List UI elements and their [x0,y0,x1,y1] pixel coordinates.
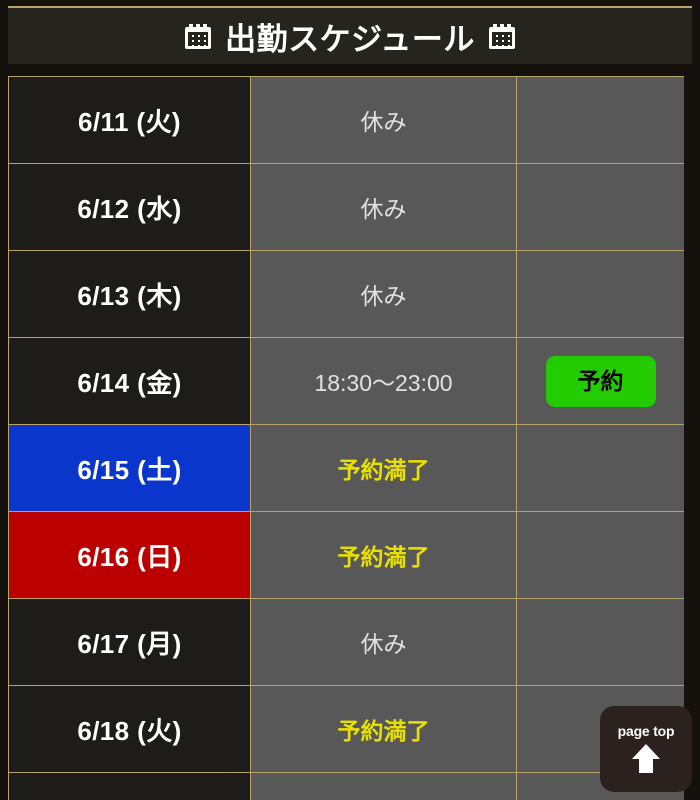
status-cell: 予約満了 [250,424,517,512]
action-cell [516,163,684,251]
schedule-row: 6/12 (水) 休み [8,163,684,251]
action-cell [516,250,684,338]
page-header: 出勤スケジュール [8,6,692,64]
status-cell: 18:30〜23:00 [250,337,517,425]
action-cell [516,511,684,599]
schedule-row: 6/18 (火) 予約満了 [8,685,684,773]
date-cell [8,772,251,800]
schedule-row: 6/16 (日) 予約満了 [8,511,684,599]
page-title: 出勤スケジュール [225,21,475,57]
status-cell [250,772,517,800]
status-cell: 休み [250,163,517,251]
status-cell: 休み [250,250,517,338]
date-cell: 6/15 (土) [8,424,251,512]
action-cell [516,598,684,686]
status-cell: 休み [250,76,517,164]
schedule-body: 6/11 (火) 休み 6/12 (水) 休み 6/13 (木) 休み 6/14 (金) 18… [8,76,684,800]
page-top-button[interactable]: page top [600,706,692,792]
status-cell: 予約満了 [250,685,517,773]
schedule-table: 6/11 (火) 休み 6/12 (水) 休み 6/13 (木) 休み 6/14 (金) 18… [8,76,684,800]
schedule-row: 6/17 (月) 休み [8,598,684,686]
date-cell: 6/12 (水) [8,163,251,251]
calendar-icon-left [185,23,212,49]
arrow-up-icon [632,744,660,773]
date-cell: 6/16 (日) [8,511,251,599]
date-cell: 6/13 (木) [8,250,251,338]
reserve-button[interactable]: 予約 [545,355,656,407]
schedule-row: 6/15 (土) 予約満了 [8,424,684,512]
schedule-row [8,772,684,800]
page-top-label: page top [617,723,675,739]
calendar-icon-right [488,23,515,49]
status-cell: 休み [250,598,517,686]
date-cell: 6/17 (月) [8,598,251,686]
action-cell: 予約 [516,337,684,425]
date-cell: 6/14 (金) [8,337,251,425]
schedule-row: 6/11 (火) 休み [8,76,684,164]
schedule-table-container: 6/11 (火) 休み 6/12 (水) 休み 6/13 (木) 休み 6/14 (金) 18… [8,76,684,800]
action-cell [516,424,684,512]
date-cell: 6/18 (火) [8,685,251,773]
date-cell: 6/11 (火) [8,76,251,164]
action-cell [516,76,684,164]
schedule-row: 6/13 (木) 休み [8,250,684,338]
schedule-row: 6/14 (金) 18:30〜23:00 予約 [8,337,684,425]
status-cell: 予約満了 [250,511,517,599]
